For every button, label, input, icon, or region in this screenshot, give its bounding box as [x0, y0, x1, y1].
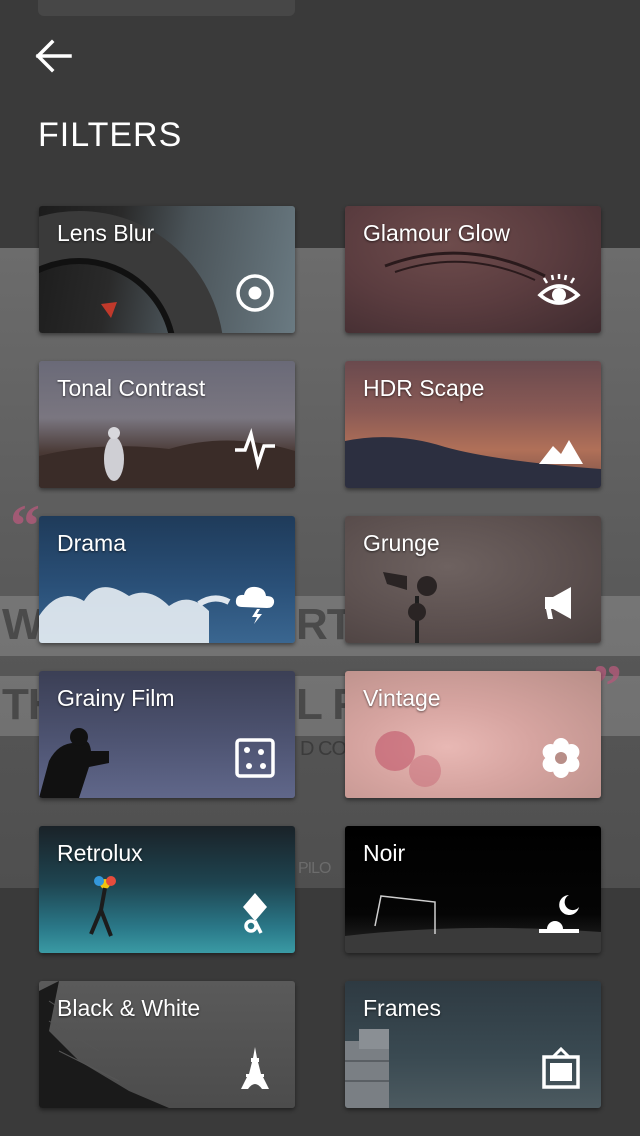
mountains-icon — [539, 440, 583, 464]
filter-label: Noir — [363, 840, 406, 866]
filter-card-black-white[interactable]: Black & White — [39, 981, 295, 1108]
filter-label: Black & White — [57, 995, 201, 1021]
kite-icon — [243, 893, 267, 934]
filter-card-noir[interactable]: Noir — [345, 826, 601, 953]
filter-card-vintage[interactable]: Vintage — [345, 671, 601, 798]
target-icon — [236, 274, 274, 312]
filter-card-lens-blur[interactable]: Lens Blur — [39, 206, 295, 333]
filter-label: Drama — [57, 530, 127, 556]
flower-icon — [542, 738, 580, 778]
filter-card-retrolux[interactable]: Retrolux — [39, 826, 295, 953]
pulse-icon — [235, 427, 275, 470]
arrow-left-icon — [35, 39, 72, 73]
filter-label: Frames — [363, 995, 441, 1021]
top-handle — [38, 0, 295, 16]
filter-label: HDR Scape — [363, 375, 485, 401]
background-text: D CO — [300, 738, 347, 760]
moon-icon — [539, 895, 579, 933]
eiffel-tower-icon — [241, 1047, 269, 1089]
filter-card-drama[interactable]: Drama — [39, 516, 295, 643]
filter-card-glamour-glow[interactable]: Glamour Glow — [345, 206, 601, 333]
filter-card-hdr-scape[interactable]: HDR Scape — [345, 361, 601, 488]
megaphone-icon — [545, 587, 571, 619]
filter-label: Grainy Film — [57, 685, 175, 711]
quote-mark: “ — [10, 493, 40, 559]
filter-label: Retrolux — [57, 840, 143, 866]
frame-icon — [542, 1046, 580, 1089]
dice-icon — [235, 738, 275, 778]
filter-card-tonal-contrast[interactable]: Tonal Contrast — [39, 361, 295, 488]
back-button[interactable] — [34, 38, 74, 74]
filter-card-grainy-film[interactable]: Grainy Film — [39, 671, 295, 798]
filter-card-frames[interactable]: Frames — [345, 981, 601, 1108]
eye-icon — [537, 274, 581, 305]
filter-label: Grunge — [363, 530, 440, 556]
storm-cloud-icon — [235, 586, 275, 624]
filter-label: Glamour Glow — [363, 220, 510, 246]
filter-label: Lens Blur — [57, 220, 155, 246]
filter-label: Tonal Contrast — [57, 375, 206, 401]
filter-card-grunge[interactable]: Grunge — [345, 516, 601, 643]
background-credit: PILO — [298, 860, 331, 877]
page-title: FILTERS — [38, 116, 183, 154]
filter-label: Vintage — [363, 685, 441, 711]
